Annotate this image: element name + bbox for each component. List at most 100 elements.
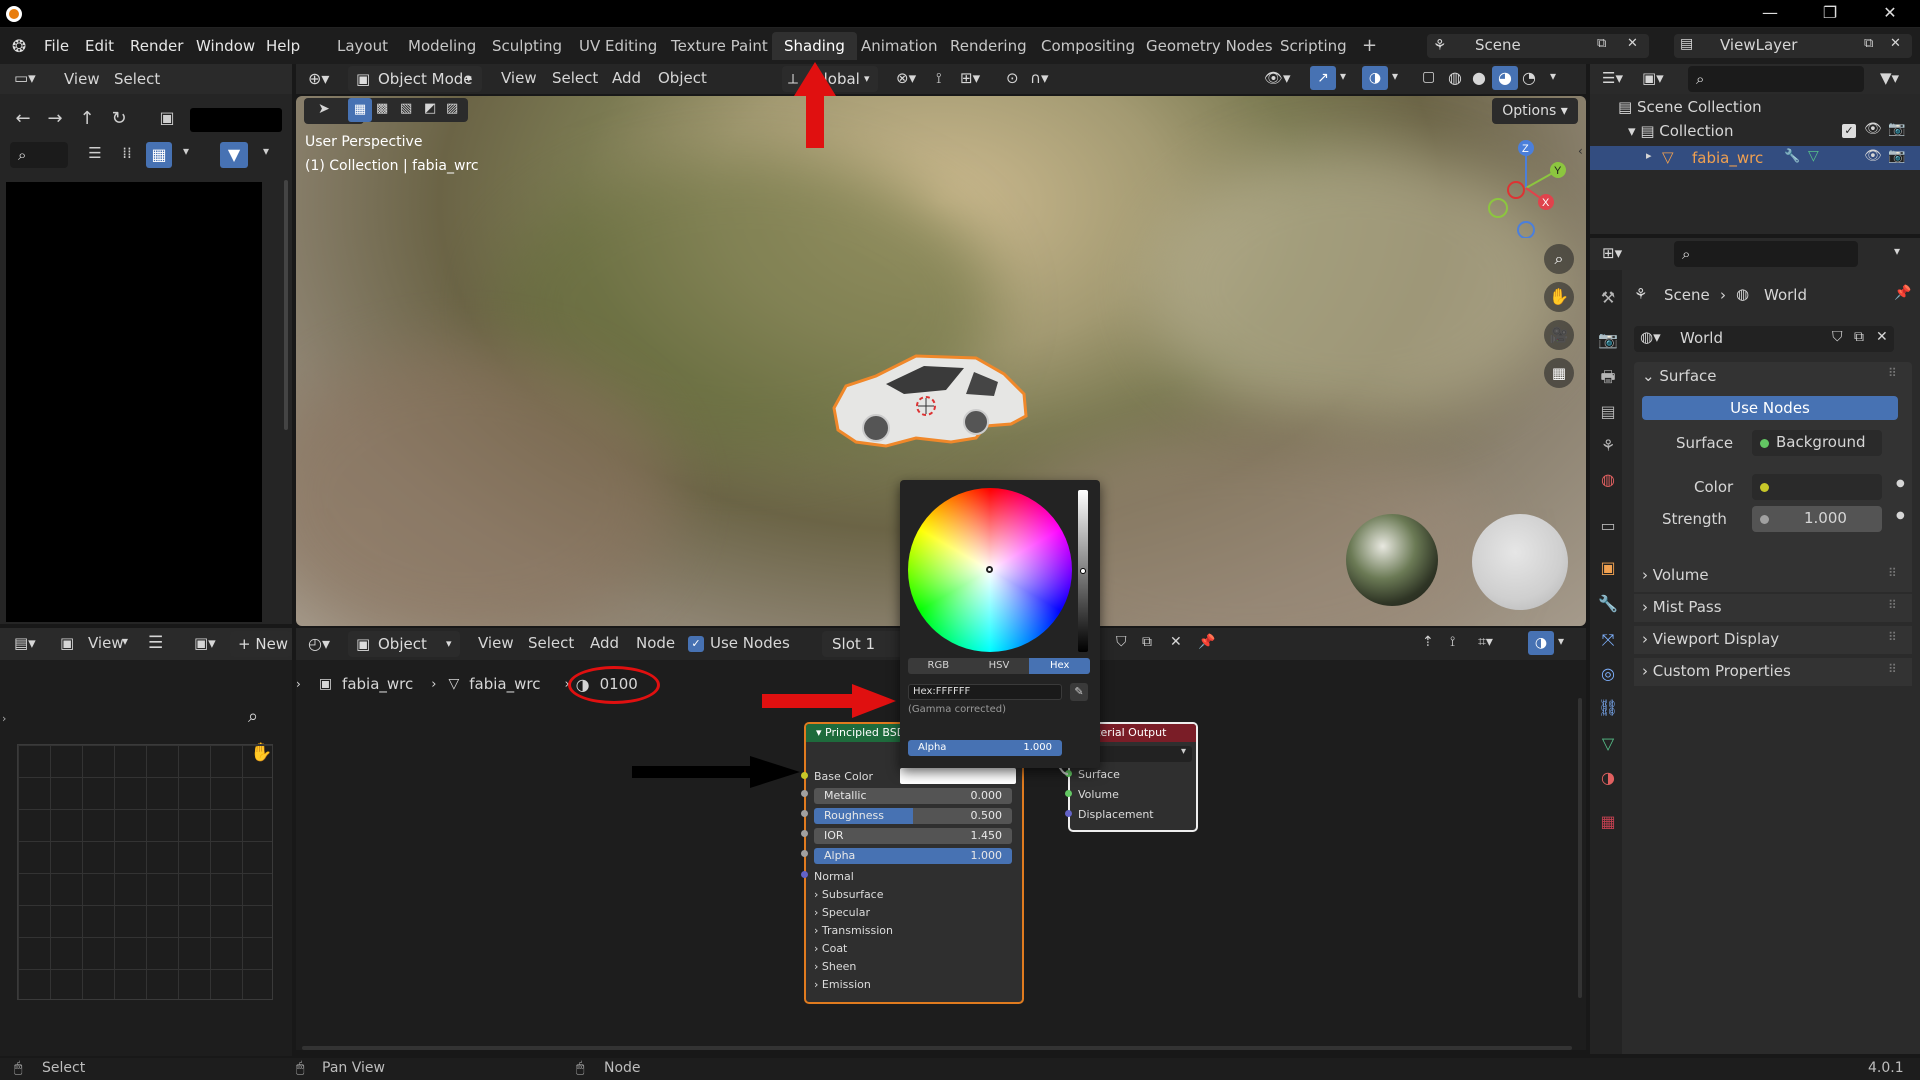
surface-panel-header[interactable]: ⌄ Surface ⠿ xyxy=(1634,362,1912,392)
filter-icon[interactable]: ▼ xyxy=(220,142,248,168)
camera-view-icon[interactable]: 🎥 xyxy=(1544,320,1574,350)
viewport-sidebar-toggle-icon[interactable]: ‹ xyxy=(1578,144,1583,158)
tab-sculpting[interactable]: Sculpting xyxy=(480,32,574,60)
use-nodes-checkbox[interactable]: ✓ xyxy=(688,636,704,652)
node-snap-icon[interactable]: ⟟ xyxy=(1450,634,1455,650)
render-tab-icon[interactable]: 📷 xyxy=(1598,330,1618,350)
metallic-socket[interactable] xyxy=(801,790,808,797)
object-mode-dropdown[interactable]: ▣ Object Mode ▾ xyxy=(348,66,482,92)
parent-dir-icon[interactable]: ↑ xyxy=(74,108,100,129)
world-fake-user-icon[interactable]: ⛉ xyxy=(1832,329,1843,345)
node-editor-scrollbar[interactable] xyxy=(1578,698,1582,998)
file-scrollbar[interactable] xyxy=(284,180,288,430)
ior-slider[interactable]: IOR 1.450 xyxy=(814,828,1012,844)
alpha-socket[interactable] xyxy=(801,850,808,857)
image-editor-type-icon[interactable]: ▤▾ xyxy=(14,634,36,652)
viewport-display-drag-icon[interactable]: ⠿ xyxy=(1888,630,1897,644)
horizontal-list-icon[interactable]: ⁞⁞ xyxy=(114,144,140,162)
node-editor-type-icon[interactable]: ◴▾ xyxy=(308,634,330,653)
navigation-gizmo[interactable]: Z Y X xyxy=(1476,138,1576,238)
tab-layout[interactable]: Layout xyxy=(325,32,400,60)
image-icon[interactable]: ▣ xyxy=(60,634,74,652)
texture-tab-icon[interactable]: ▦ xyxy=(1598,812,1618,832)
editor-type-icon[interactable]: ▭▾ xyxy=(14,69,36,87)
falloff-icon[interactable]: ∩▾ xyxy=(1030,69,1049,87)
object-tab-icon[interactable]: ▣ xyxy=(1598,558,1618,578)
gizmo-chevron-icon[interactable]: ▾ xyxy=(1340,69,1346,83)
output-tab-icon[interactable]: 🖶 xyxy=(1598,366,1618,386)
sheen-panel[interactable]: › Sheen xyxy=(814,960,856,973)
emission-panel[interactable]: › Emission xyxy=(814,978,871,991)
node-menu-add[interactable]: Add xyxy=(590,634,619,652)
filter-options-chevron-icon[interactable]: ▾ xyxy=(258,144,274,158)
tab-hsv[interactable]: HSV xyxy=(969,658,1030,674)
view-chevron-icon[interactable]: ▾ xyxy=(122,634,128,648)
node-snap-target-icon[interactable]: ⌗▾ xyxy=(1478,634,1493,650)
subsurface-panel[interactable]: › Subsurface xyxy=(814,888,884,901)
displacement-input-socket[interactable] xyxy=(1065,810,1072,817)
shading-chevron-icon[interactable]: ▾ xyxy=(1550,69,1556,83)
color-wheel-cursor[interactable] xyxy=(986,566,993,573)
display-mode-icon[interactable]: ▣▾ xyxy=(1642,69,1664,87)
surface-shader-field[interactable]: Background xyxy=(1752,430,1882,456)
viewport-menu-select[interactable]: Select xyxy=(552,69,598,87)
file-search-field[interactable]: ⌕ xyxy=(10,142,68,168)
node-menu-select[interactable]: Select xyxy=(528,634,574,652)
hamburger-menu-icon[interactable]: ☰ xyxy=(148,633,163,653)
props-pin-icon[interactable]: 📌 xyxy=(1894,285,1911,301)
mesh-data-tree-icon[interactable]: ▽ xyxy=(1808,148,1819,164)
tab-hex[interactable]: Hex xyxy=(1029,658,1091,674)
snap-target-icon[interactable]: ⊞▾ xyxy=(960,69,980,87)
browse-image-icon[interactable]: ▣▾ xyxy=(194,634,216,652)
menu-window[interactable]: Window xyxy=(196,28,255,64)
node-menu-node[interactable]: Node xyxy=(636,634,675,652)
tab-compositing[interactable]: Compositing xyxy=(1029,32,1147,60)
outliner-object-row[interactable]: ▸ ▽ fabia_wrc 🔧 ▽ 👁 📷 xyxy=(1590,146,1920,170)
particles-tab-icon[interactable]: ⤧ xyxy=(1598,630,1618,650)
menu-render[interactable]: Render xyxy=(130,28,183,64)
properties-search-field[interactable]: ⌕ xyxy=(1674,241,1858,267)
roughness-slider[interactable]: Roughness 0.500 xyxy=(814,808,1012,824)
vertical-list-icon[interactable]: ☰ xyxy=(82,144,108,162)
object-visibility-icon[interactable]: 👁 xyxy=(1864,148,1882,164)
menu-help[interactable]: Help xyxy=(266,28,300,64)
remove-scene-icon[interactable]: ✕ xyxy=(1627,36,1638,51)
properties-type-icon[interactable]: ⊞▾ xyxy=(1602,244,1622,262)
refresh-icon[interactable]: ↻ xyxy=(106,108,132,129)
outliner-search-field[interactable]: ⌕ xyxy=(1688,66,1864,92)
viewport-menu-object[interactable]: Object xyxy=(658,69,707,87)
remove-viewlayer-icon[interactable]: ✕ xyxy=(1890,36,1901,51)
viewport-editor-type-icon[interactable]: ⊕▾ xyxy=(308,69,329,88)
color-keyframe-dot-icon[interactable]: ● xyxy=(1896,478,1905,489)
specular-panel[interactable]: › Specular xyxy=(814,906,870,919)
tab-modeling[interactable]: Modeling xyxy=(396,32,488,60)
mist-pass-panel-header[interactable]: › Mist Pass ⠿ xyxy=(1634,594,1912,622)
select-extend-icon[interactable]: ▩ xyxy=(376,101,388,116)
material-tab-icon[interactable]: ◑ xyxy=(1598,768,1618,788)
breadcrumb-mesh[interactable]: fabia_wrc xyxy=(469,675,540,693)
viewport-menu-add[interactable]: Add xyxy=(612,69,641,87)
overlay-chevron-icon[interactable]: ▾ xyxy=(1392,69,1398,83)
world-selector[interactable]: ◍▾ World ⛉ ⧉ ✕ xyxy=(1634,326,1894,352)
shader-type-dropdown[interactable]: ▣ Object ▾ xyxy=(348,631,460,657)
properties-options-chevron-icon[interactable]: ▾ xyxy=(1894,244,1900,258)
tab-geometry-nodes[interactable]: Geometry Nodes xyxy=(1134,32,1285,60)
car-model[interactable] xyxy=(826,346,1036,456)
volume-drag-icon[interactable]: ⠿ xyxy=(1888,566,1897,580)
use-nodes-button[interactable]: Use Nodes xyxy=(1642,396,1898,420)
value-slider[interactable] xyxy=(1078,490,1088,652)
forward-arrow-icon[interactable]: → xyxy=(42,108,68,129)
tab-rgb[interactable]: RGB xyxy=(908,658,969,674)
restore-button[interactable]: ❐ xyxy=(1800,0,1860,28)
image-view-menu[interactable]: View xyxy=(88,634,124,652)
copy-scene-icon[interactable]: ⧉ xyxy=(1597,36,1606,51)
breadcrumb-toggle-icon[interactable]: › xyxy=(296,677,301,691)
menu-file[interactable]: File xyxy=(44,28,69,64)
modifier-icon[interactable]: 🔧 xyxy=(1784,149,1800,164)
path-field[interactable] xyxy=(190,108,282,132)
viewport-display-panel-header[interactable]: › Viewport Display ⠿ xyxy=(1634,626,1912,654)
xray-icon[interactable]: ▢ xyxy=(1422,69,1435,85)
tab-uv-editing[interactable]: UV Editing xyxy=(567,32,669,60)
minimize-button[interactable]: — xyxy=(1740,0,1800,28)
outliner-collection-row[interactable]: ▾ ▤ Collection xyxy=(1628,122,1733,140)
